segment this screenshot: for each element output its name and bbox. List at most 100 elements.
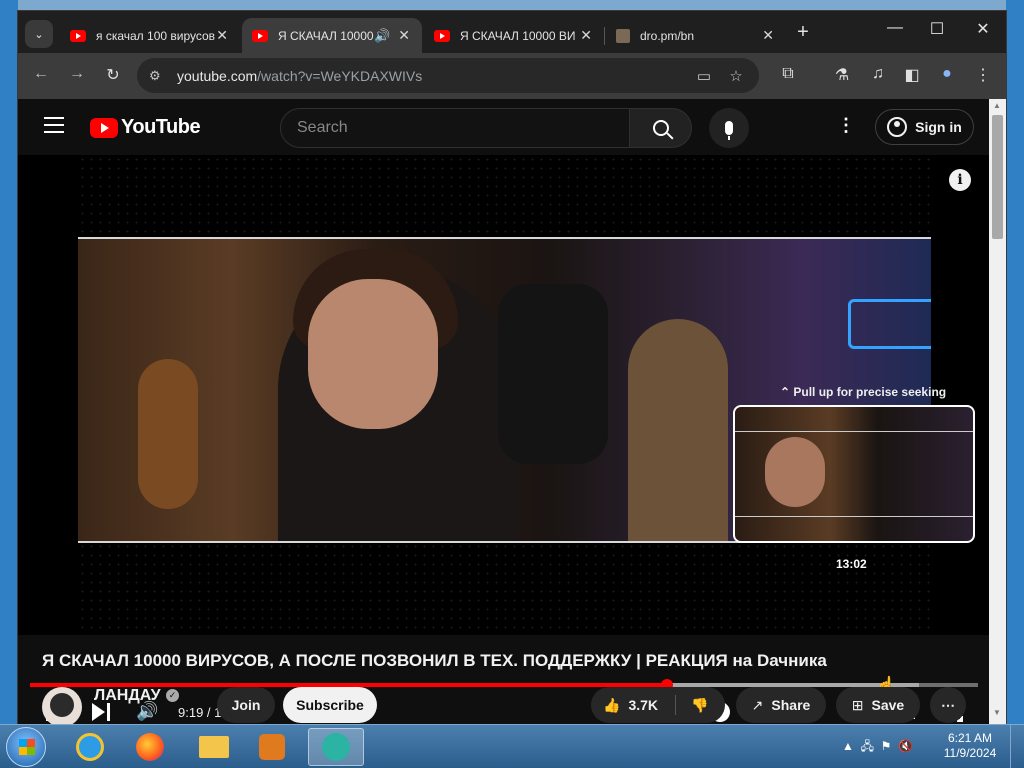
desktop-background-right <box>1006 0 1024 724</box>
speaker-icon[interactable]: 🔊 <box>374 28 390 44</box>
taskbar-explorer[interactable] <box>186 728 242 766</box>
youtube-logo[interactable]: YouTube <box>90 116 201 139</box>
tab-title: Я СКАЧАЛ 10000 ВИ <box>460 28 576 43</box>
save-playlist-icon: ⊞ <box>851 696 864 713</box>
sign-in-label: Sign in <box>915 119 962 135</box>
verified-badge-icon: ✓ <box>166 689 179 702</box>
start-button[interactable] <box>6 727 46 767</box>
search-input[interactable]: Search <box>280 108 630 148</box>
close-icon[interactable]: ✕ <box>762 27 774 44</box>
show-desktop-button[interactable] <box>1010 725 1024 768</box>
site-info-icon[interactable]: ⚙ <box>149 68 169 84</box>
extensions-icon[interactable]: ⧉ <box>776 65 800 83</box>
seek-hint: ⌃ Pull up for precise seeking <box>780 385 947 399</box>
side-panel-icon[interactable]: ◧ <box>900 65 924 85</box>
hamburger-menu-icon[interactable] <box>44 117 64 138</box>
logo-text: YouTube <box>121 116 201 138</box>
youtube-icon <box>252 29 268 42</box>
clock-time: 6:21 AM <box>947 731 993 745</box>
youtube-page: YouTube Search ⋮ Sign in i ⌃ Pull up for… <box>18 99 990 725</box>
scroll-thumb[interactable] <box>992 115 1003 239</box>
system-tray[interactable]: ▲ 🖧 ⚑ 🔇 <box>842 737 913 758</box>
join-button[interactable]: Join <box>217 687 275 723</box>
back-arrow-icon[interactable]: ← <box>29 65 53 83</box>
subscribe-button[interactable]: Subscribe <box>283 687 377 723</box>
tab-4[interactable]: dro.pm/bn ✕ <box>606 18 786 53</box>
taskbar-internet-explorer[interactable] <box>62 728 118 766</box>
search-button[interactable] <box>629 108 692 148</box>
browser-window: ⌄ я скачал 100 вирусов ✕ Я СКАЧАЛ 10000 … <box>17 10 1007 725</box>
cast-icon[interactable]: ▭ <box>693 67 715 85</box>
save-button[interactable]: ⊞ Save <box>836 687 920 723</box>
page-scrollbar[interactable]: ▲ ▼ <box>989 99 1006 725</box>
tab-3[interactable]: Я СКАЧАЛ 10000 ВИ ✕ <box>424 18 604 53</box>
close-icon[interactable]: ✕ <box>398 27 410 44</box>
new-tab-button[interactable]: + <box>791 21 815 44</box>
share-label: Share <box>771 697 811 713</box>
flag-icon[interactable]: ⚑ <box>881 739 892 753</box>
chevron-up-icon[interactable]: ▲ <box>842 739 854 753</box>
windows-taskbar: ▲ 🖧 ⚑ 🔇 6:21 AM 11/9/2024 <box>0 724 1024 768</box>
thumbs-down-icon[interactable]: 👎 <box>691 697 708 714</box>
minimize-button[interactable]: — <box>880 19 910 37</box>
desktop-background-left <box>0 0 18 724</box>
share-button[interactable]: ↗ Share <box>736 687 826 723</box>
tab-search-button[interactable]: ⌄ <box>25 20 53 48</box>
taskbar-browser[interactable] <box>308 728 364 766</box>
maximize-button[interactable]: ☐ <box>922 19 952 39</box>
avatar[interactable] <box>42 687 82 725</box>
tab-title: Я СКАЧАЛ 10000 <box>278 28 374 43</box>
bookmark-star-icon[interactable]: ☆ <box>725 67 747 85</box>
clock-date: 11/9/2024 <box>943 746 997 760</box>
media-controls-icon[interactable]: ♫ <box>866 65 890 83</box>
more-actions-button[interactable]: ⋯ <box>930 687 966 723</box>
forward-arrow-icon[interactable]: → <box>65 65 89 83</box>
document-icon <box>616 28 630 43</box>
like-dislike-group[interactable]: 👍 3.7K 👎 <box>591 687 725 723</box>
voice-search-button[interactable] <box>709 108 749 148</box>
profile-icon[interactable]: ● <box>935 65 959 83</box>
chevron-down-icon: ⌄ <box>34 28 44 41</box>
scroll-up-arrow-icon[interactable]: ▲ <box>993 101 1001 110</box>
search-icon <box>652 120 669 136</box>
labs-icon[interactable]: ⚗ <box>830 65 854 85</box>
user-icon <box>887 117 908 137</box>
internet-explorer-icon <box>76 733 104 761</box>
scroll-down-arrow-icon[interactable]: ▼ <box>993 708 1001 717</box>
close-window-button[interactable]: ✕ <box>968 19 998 39</box>
tab-separator <box>604 27 605 45</box>
taskbar-clock[interactable]: 6:21 AM 11/9/2024 <box>940 731 1000 761</box>
video-title: Я СКАЧАЛ 10000 ВИРУСОВ, А ПОСЛЕ ПОЗВОНИЛ… <box>42 651 827 670</box>
youtube-icon <box>70 29 86 42</box>
tab-1[interactable]: я скачал 100 вирусов ✕ <box>60 18 240 53</box>
folder-icon <box>199 736 229 758</box>
close-icon[interactable]: ✕ <box>580 27 592 44</box>
menu-dots-icon[interactable]: ⋮ <box>971 65 995 85</box>
thumbs-up-icon[interactable]: 👍 <box>603 697 620 714</box>
taskbar-media-player[interactable] <box>244 728 300 766</box>
browser-toolbar: ← → ↻ ⚙ youtube.com/watch?v=WeYKDAXWIVs … <box>18 53 1006 99</box>
browser-icon <box>322 733 350 761</box>
firefox-icon <box>136 733 164 761</box>
seek-preview-thumbnail <box>733 405 975 543</box>
youtube-icon <box>434 29 450 42</box>
channel-row: ЛАНДАУ ✓ Join Subscribe 👍 3.7K 👎 ↗ Share… <box>18 687 990 725</box>
volume-muted-icon[interactable]: 🔇 <box>898 739 913 753</box>
tab-title: я скачал 100 вирусов <box>96 28 216 43</box>
url-text: youtube.com/watch?v=WeYKDAXWIVs <box>177 67 423 84</box>
media-player-icon <box>259 734 285 760</box>
video-player[interactable]: i ⌃ Pull up for precise seeking 13:02 🔊 … <box>18 155 990 724</box>
reload-icon[interactable]: ↻ <box>101 65 125 85</box>
sign-in-button[interactable]: Sign in <box>875 109 974 145</box>
network-icon[interactable]: 🖧 <box>861 739 874 753</box>
like-count: 3.7K <box>628 697 659 713</box>
close-icon[interactable]: ✕ <box>216 27 228 44</box>
address-bar[interactable]: ⚙ youtube.com/watch?v=WeYKDAXWIVs ▭ ☆ <box>137 58 759 93</box>
save-label: Save <box>871 697 905 713</box>
tab-2[interactable]: Я СКАЧАЛ 10000 🔊 ✕ <box>242 18 422 53</box>
taskbar-firefox[interactable] <box>122 728 178 766</box>
channel-name[interactable]: ЛАНДАУ <box>94 687 161 705</box>
more-options-icon[interactable]: ⋮ <box>837 115 855 136</box>
tab-bar: ⌄ я скачал 100 вирусов ✕ Я СКАЧАЛ 10000 … <box>18 11 1006 53</box>
info-icon[interactable]: i <box>949 169 971 191</box>
